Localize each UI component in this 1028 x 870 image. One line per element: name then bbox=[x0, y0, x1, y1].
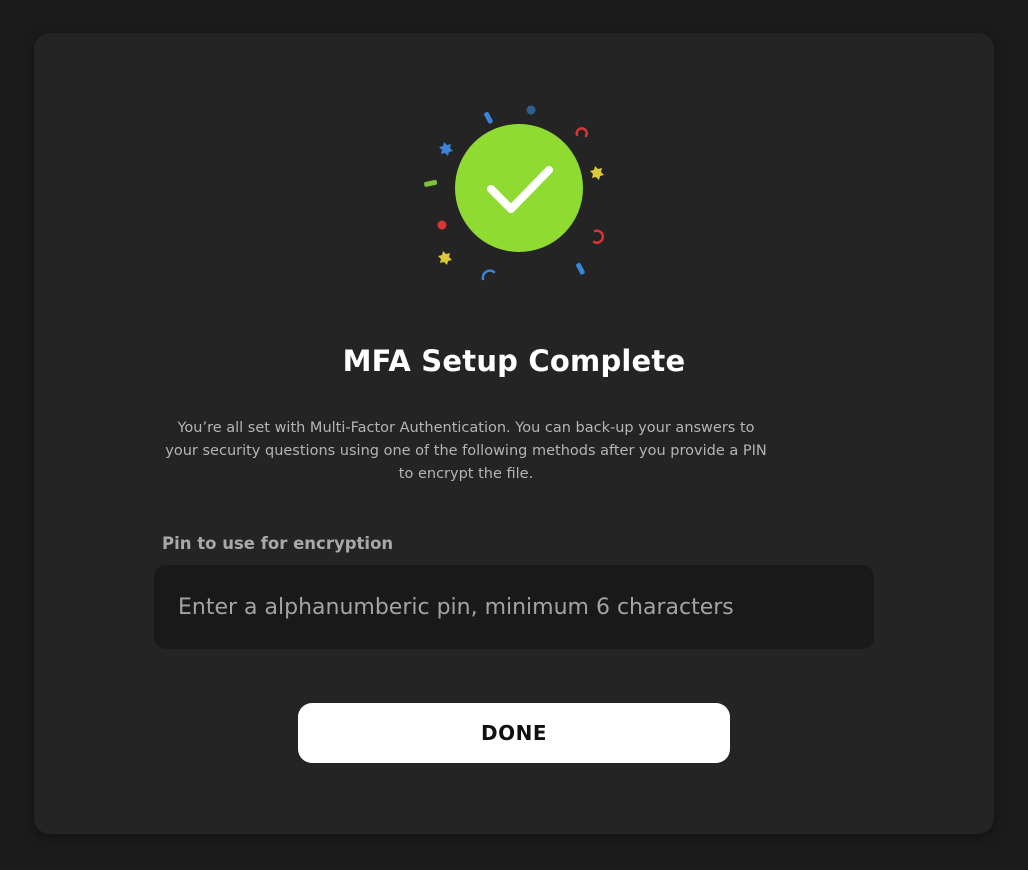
confetti-yellow-star-right bbox=[590, 166, 604, 180]
confetti-blue-arc-bottom bbox=[481, 269, 496, 281]
pin-input[interactable] bbox=[154, 565, 874, 649]
confetti-green-bar-left bbox=[424, 179, 438, 187]
confetti-blue-star-left bbox=[439, 142, 453, 156]
success-badge bbox=[455, 124, 583, 252]
confetti-red-arc-top-right bbox=[575, 127, 588, 138]
success-celebration bbox=[424, 105, 605, 281]
pin-field-label: Pin to use for encryption bbox=[162, 534, 394, 553]
dialog-description: You’re all set with Multi-Factor Authent… bbox=[165, 420, 767, 482]
confetti-blue-bar-bottom-right bbox=[576, 262, 585, 275]
confetti-yellow-star-left bbox=[438, 251, 452, 265]
done-button[interactable]: DONE bbox=[298, 703, 730, 763]
dialog-title: MFA Setup Complete bbox=[342, 344, 686, 378]
confetti-blue-bar-top bbox=[484, 111, 493, 124]
confetti-navy-dot-top bbox=[526, 105, 536, 115]
confetti-red-arc-right bbox=[592, 229, 605, 244]
confetti-red-dot-left bbox=[437, 220, 447, 230]
